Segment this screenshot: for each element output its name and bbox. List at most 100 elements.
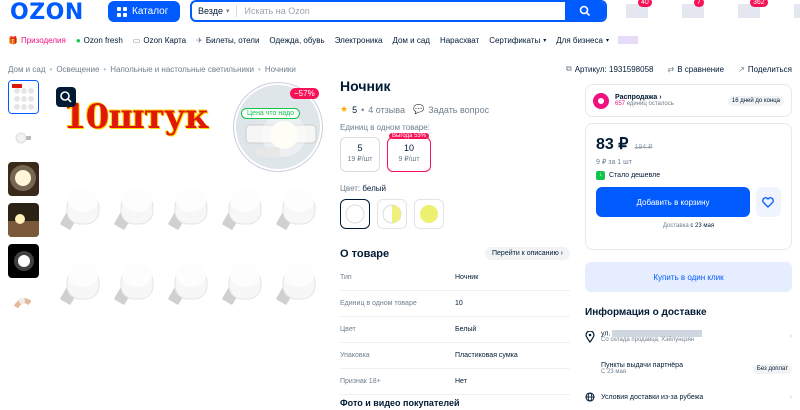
sale-banner[interactable]: Распродажа › 657 единиц осталось 16 дней… [585,84,792,117]
delivery-date-value: с 23 мая [690,223,715,229]
nav-item-clothes[interactable]: Одежда, обувь [269,36,324,45]
product-info: Ночник ★ 5 • 4 отзыва 💬 Задать вопрос Ед… [340,78,570,229]
image-search-icon[interactable] [56,87,76,107]
color-value: белый [362,184,386,193]
nav-label: Призоделия [20,35,66,45]
product-title: Ночник [340,78,391,94]
thumbnail[interactable] [8,244,39,278]
orders-icon[interactable]: 40 [620,0,658,20]
ask-question-link[interactable]: Задать вопрос [428,105,489,115]
buy-one-click-button[interactable]: Купить в один клик [585,262,792,292]
thumbnail-image [8,285,39,319]
goto-label: Перейти к описанию [492,250,559,257]
nav-item-fresh[interactable]: ● Ozon fresh [76,36,123,45]
sale-remaining: 657 единиц осталось [615,101,674,107]
sale-title-text: Распродажа [615,94,658,101]
compare-button[interactable]: ⇄ В сравнение [667,64,724,74]
spec-key: Признак 18+ [340,378,381,385]
thumbnail[interactable] [8,285,39,319]
breadcrumb-item[interactable]: Напольные и настольные светильники [110,65,254,74]
nav-item-electronics[interactable]: Электроника [335,36,383,45]
nav-item-tickets[interactable]: ✈ Билеты, отели [196,36,259,45]
ozon-logo[interactable]: OZON [10,0,84,25]
compare-icon: ⇄ [667,64,675,74]
search-input[interactable]: Искать на Ozon [237,6,565,16]
abroad-delivery-row[interactable]: Условия доставки из-за рубежа › [585,392,792,402]
delivery-date: Доставка с 23 мая [596,223,781,229]
goto-description-button[interactable]: Перейти к описанию › [485,247,570,260]
nav-label: Одежда, обувь [269,35,325,45]
abroad-delivery-label: Условия доставки из-за рубежа [601,393,704,401]
reviews-link[interactable]: 4 отзыва [368,105,405,115]
gallery-thumbnails [8,80,39,319]
breadcrumb-item[interactable]: Освещение [56,65,99,74]
cart-row: Добавить в корзину [596,187,781,217]
lamps-illustration [59,187,316,306]
thumbnail-image [8,162,39,196]
chevron-down-icon: ▾ [543,37,547,44]
spec-row: Единиц в одном товаре 10 [340,291,570,317]
search-bar: Везде ▾ Искать на Ozon [190,0,607,22]
unit-count: 5 [357,143,363,153]
current-price: 83 ₽ [596,136,629,153]
price-tag-badge: Цена что надо [241,108,301,119]
unit-option-10[interactable]: Выгода 53% 10 9 ₽/шт [387,133,431,172]
old-price: 194 ₽ [634,144,653,151]
breadcrumb-item[interactable]: Ночники [265,65,296,74]
search-icon [579,5,591,17]
unit-option-5[interactable]: 5 19 ₽/шт [340,137,380,172]
gift-icon: 🎁 [8,35,18,45]
price-per-unit: 9 ₽ за 1 шт [596,159,632,166]
nav-item-business[interactable]: Для бизнеса ▾ [556,36,638,45]
color-swatch-warm[interactable] [377,199,407,229]
pickup-badge: Без доплат [752,363,792,374]
thumbnail[interactable] [8,80,39,114]
pickup-row[interactable]: Пункты выдачи партнёра С 23 мая Без допл… [585,362,792,375]
nav-item-home[interactable]: Дом и сад [392,36,430,45]
color-swatch-yellow[interactable] [414,199,444,229]
profile-icon[interactable]: 11 [788,0,800,20]
about-section-header: О товаре Перейти к описанию › [340,247,570,260]
favorite-button[interactable] [755,187,781,217]
chevron-down-icon: ▾ [605,37,609,44]
nav-label: Ozon fresh [83,35,123,45]
add-to-cart-button[interactable]: Добавить в корзину [596,187,750,217]
buy-box: 83 ₽ 194 ₽ 9 ₽ за 1 шт ↓ Стало дешевле Д… [585,123,792,250]
location-pin-icon [585,330,595,343]
price-drop-text: Стало дешевле [609,172,661,179]
star-icon: ★ [340,104,349,114]
thumbnail[interactable] [8,203,39,237]
grid-icon [117,6,127,17]
search-scope-label: Везде [198,6,223,16]
thumbnail[interactable] [8,121,39,155]
delivery-address-row[interactable]: ул. Со склада продавца, Хэйлунцзян › [585,330,792,343]
share-label: Поделиться [747,64,792,74]
nav-label: Ozon Карта [143,35,187,45]
nav-label: Дом и сад [392,35,430,45]
share-button[interactable]: ↗ Поделиться [738,64,792,74]
price-row: 83 ₽ 194 ₽ [596,134,781,154]
spec-key: Цвет [340,326,356,333]
color-swatch-white[interactable] [340,199,370,229]
catalog-label: Каталог [132,6,169,17]
favorites-icon[interactable]: 7 [676,0,714,20]
swatch-image [382,204,402,224]
nav-item-trending[interactable]: Нарасхват [440,36,479,45]
search-button[interactable] [565,2,605,20]
breadcrumb-item[interactable]: Дом и сад [8,65,46,74]
search-scope-select[interactable]: Везде ▾ [192,5,237,17]
delivery-prefix: Доставка [662,223,689,229]
nav-item-certificates[interactable]: Сертификаты ▾ [489,36,546,45]
thumbnail[interactable] [8,162,39,196]
nav-item-card[interactable]: ▭ Ozon Карта [133,36,186,45]
article-number[interactable]: ⧉ Артикул: 1931598058 [566,64,653,74]
spec-value: Нет [455,378,467,385]
spec-value: 10 [455,300,463,307]
cart-icon[interactable]: 362 [732,0,770,20]
spec-row: Тип Ночник [340,265,570,291]
nav-item-prizes[interactable]: 🎁 Призоделия [8,36,66,45]
article-label: Артикул: 1931598058 [574,64,654,74]
catalog-button[interactable]: Каталог [108,1,180,22]
globe-icon [585,392,595,402]
blurred-address [612,330,703,337]
